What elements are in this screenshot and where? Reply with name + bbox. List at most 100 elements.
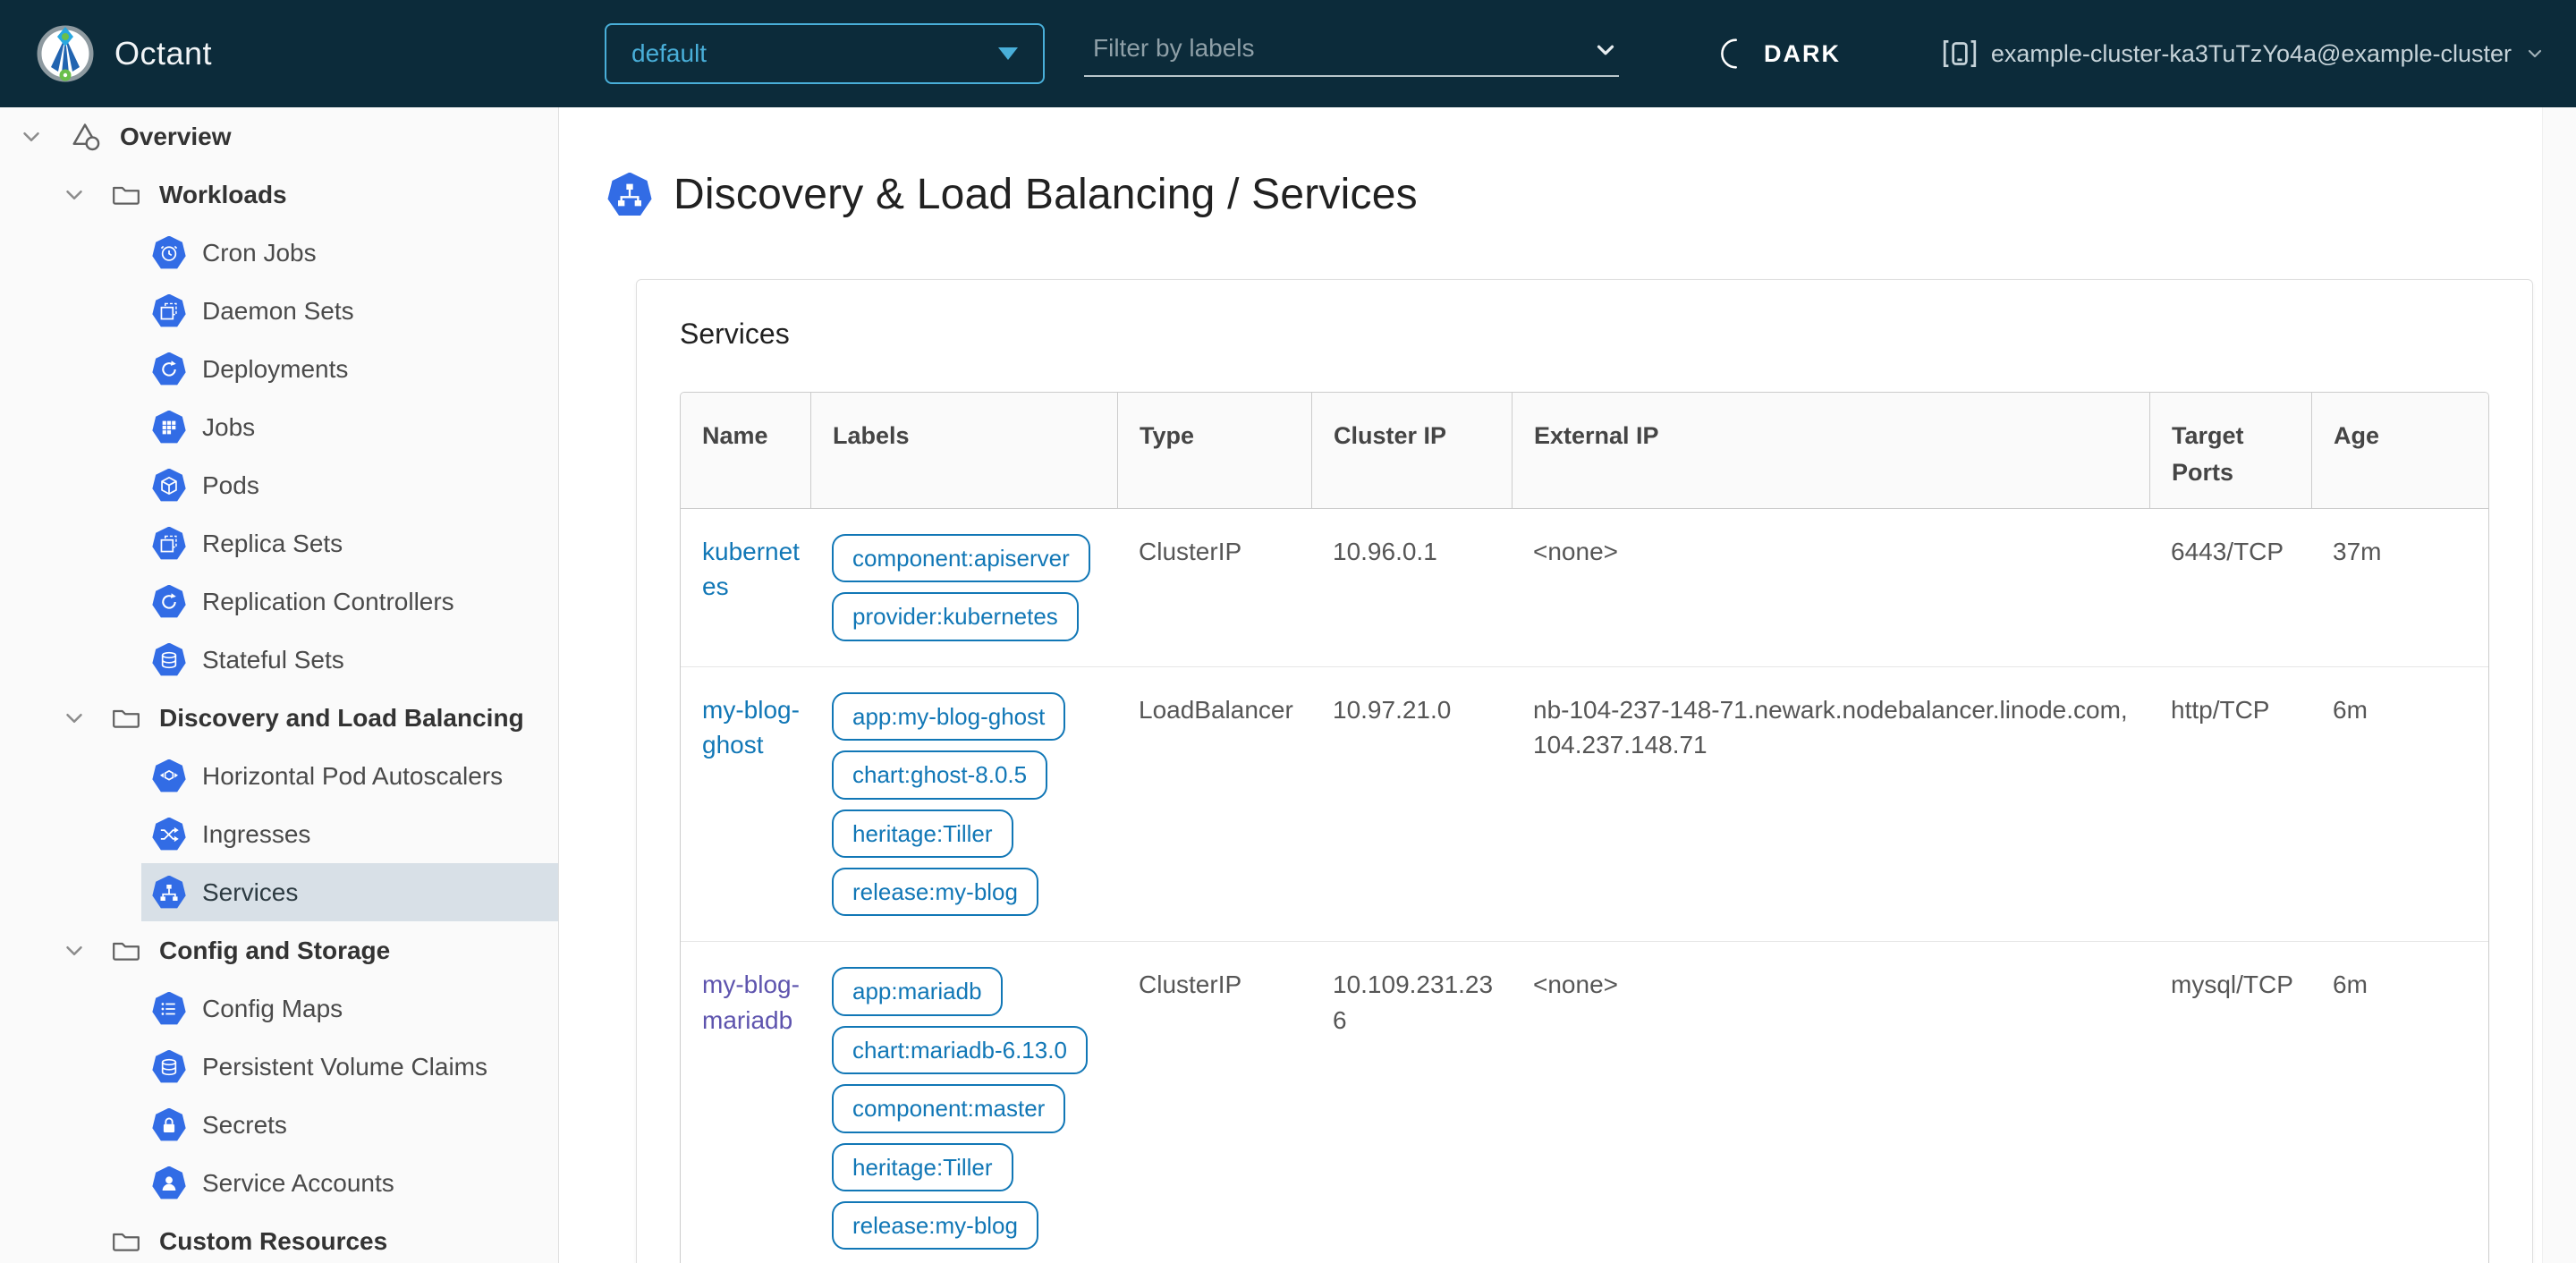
sidebar-item-services[interactable]: Services (141, 863, 558, 921)
sidebar-item-stateful-sets[interactable]: Stateful Sets (141, 631, 558, 689)
sidebar-item-label: Replica Sets (202, 529, 343, 557)
db-resource-icon (152, 642, 186, 676)
folder-icon (113, 709, 140, 728)
cell-name: my-blog-ghost (681, 667, 810, 942)
cell-type: ClusterIP (1139, 538, 1242, 565)
page-header: Discovery & Load Balancing / Services (607, 170, 1418, 219)
folder-icon (113, 186, 140, 205)
sidebar-item-pods[interactable]: Pods (141, 456, 558, 514)
octant-logo-icon (37, 25, 94, 82)
label-badge[interactable]: release:my-blog (832, 1200, 1038, 1250)
sidebar-item-label: Horizontal Pod Autoscalers (202, 761, 504, 790)
hpa-resource-icon (152, 759, 186, 793)
cell-target-ports: mysql/TCP (2171, 971, 2293, 999)
label-badge[interactable]: app:my-blog-ghost (832, 691, 1066, 742)
label-badge[interactable]: component:master (832, 1084, 1066, 1133)
chevron-down-icon (66, 190, 82, 199)
objects-icon (72, 123, 100, 150)
sidebar-item-label: Services (202, 877, 299, 906)
chevron-down-icon[interactable] (1592, 37, 1619, 64)
caret-down-icon (998, 47, 1018, 60)
sidebar-item-secrets[interactable]: Secrets (141, 1096, 558, 1154)
sidebar-item-discovery-and-load-balancing[interactable]: Discovery and Load Balancing (0, 689, 558, 747)
page-title: Discovery & Load Balancing / Services (674, 171, 1418, 218)
sidebar-item-label: Config and Storage (159, 936, 391, 964)
service-name-link[interactable]: my-blog-mariadb (702, 971, 800, 1033)
sidebar-item-workloads[interactable]: Workloads (0, 165, 558, 224)
table-header-row: Name Labels Type Cluster IP External IP Targe… (681, 393, 2488, 509)
label-badge[interactable]: chart:mariadb-6.13.0 (832, 1025, 1088, 1075)
sidebar-item-service-accounts[interactable]: Service Accounts (141, 1154, 558, 1212)
sidebar-item-config-and-storage[interactable]: Config and Storage (0, 921, 558, 979)
column-header-labels: Labels (810, 393, 1117, 508)
cell-cluster-ip: 10.96.0.1 (1333, 538, 1437, 565)
column-header-age: Age (2311, 393, 2488, 508)
services-table: Name Labels Type Cluster IP External IP Targe… (680, 392, 2489, 1263)
cell-external-ip: <none> (1533, 538, 1618, 565)
label-badge[interactable]: release:my-blog (832, 867, 1038, 917)
label-badge[interactable]: heritage:Tiller (832, 1142, 1013, 1191)
sidebar-item-label: Workloads (159, 180, 287, 208)
sidebar-item-label: Replication Controllers (202, 587, 454, 615)
grid-resource-icon (152, 410, 186, 444)
sidebar-item-persistent-volume-claims[interactable]: Persistent Volume Claims (141, 1038, 558, 1096)
label-badge[interactable]: heritage:Tiller (832, 809, 1013, 858)
sidebar-item-daemon-sets[interactable]: Daemon Sets (141, 282, 558, 340)
sidebar-item-replication-controllers[interactable]: Replication Controllers (141, 572, 558, 631)
cell-age: 6m (2333, 971, 2368, 999)
cell-target-ports: 6443/TCP (2171, 538, 2284, 565)
sidebar-item-custom-resources[interactable]: Custom Resources (0, 1212, 558, 1263)
sidebar-item-label: Deployments (202, 354, 349, 383)
cell-labels: component:apiserver provider:kubernetes (810, 509, 1117, 666)
sidebar-item-ingresses[interactable]: Ingresses (141, 805, 558, 863)
chevron-down-icon (66, 945, 82, 955)
sidebar-item-jobs[interactable]: Jobs (141, 398, 558, 456)
namespace-select[interactable]: default (605, 23, 1045, 84)
shuffle-resource-icon (152, 817, 186, 851)
copies-resource-icon (152, 526, 186, 560)
label-badge[interactable]: app:mariadb (832, 967, 1003, 1016)
sidebar-item-label: Cron Jobs (202, 238, 317, 267)
sidebar-item-label: Stateful Sets (202, 645, 344, 674)
cell-labels: app:my-blog-ghost chart:ghost-8.0.5 herita… (810, 667, 1117, 942)
label-filter-input[interactable] (1084, 34, 1592, 66)
sidebar-item-label: Discovery and Load Balancing (159, 703, 524, 732)
theme-toggle[interactable]: DARK (1716, 0, 1841, 107)
chevron-down-icon (23, 131, 39, 141)
app-title: Octant (114, 35, 213, 72)
column-header-external-ip: External IP (1512, 393, 2149, 508)
service-name-link[interactable]: kubernetes (702, 538, 800, 600)
folder-icon (113, 942, 140, 961)
label-badge[interactable]: provider:kubernetes (832, 592, 1079, 641)
sidebar-item-cron-jobs[interactable]: Cron Jobs (141, 224, 558, 282)
sidebar-item-label: Pods (202, 470, 259, 499)
sidebar-item-config-maps[interactable]: Config Maps (141, 979, 558, 1038)
sidebar-item-label: Secrets (202, 1110, 287, 1139)
cell-age: 37m (2333, 538, 2382, 565)
cell-name: my-blog-mariadb (681, 942, 810, 1263)
sidebar-item-overview[interactable]: Overview (0, 107, 558, 165)
sidebar-item-label: Persistent Volume Claims (202, 1052, 488, 1081)
label-badge[interactable]: component:apiserver (832, 534, 1090, 583)
lock-resource-icon (152, 1107, 186, 1141)
sidebar-item-horizontal-pod-autoscalers[interactable]: Horizontal Pod Autoscalers (141, 747, 558, 805)
sidebar-item-replica-sets[interactable]: Replica Sets (141, 514, 558, 572)
sidebar-item-deployments[interactable]: Deployments (141, 340, 558, 398)
service-name-link[interactable]: my-blog-ghost (702, 696, 800, 759)
folder-icon (113, 1233, 140, 1251)
cell-external-ip: nb-104-237-148-71.newark.nodebalancer.li… (1533, 695, 2128, 759)
table-body: kubernetes component:apiserver provider:ku… (681, 509, 2488, 1263)
chevron-down-icon (2528, 49, 2542, 58)
cell-external-ip: <none> (1533, 971, 1618, 999)
cell-cluster-ip: 10.109.231.236 (1333, 971, 1494, 1034)
sidebar-item-label: Config Maps (202, 994, 343, 1022)
sidebar-item-label: Daemon Sets (202, 296, 354, 325)
cluster-selector[interactable]: example-cluster-ka3TuTzYo4a@example-clus… (1941, 0, 2546, 107)
sidebar-item-label: Overview (120, 122, 232, 150)
column-header-cluster-ip: Cluster IP (1311, 393, 1512, 508)
column-header-target-ports: Target Ports (2149, 393, 2311, 508)
chevron-down-icon (66, 713, 82, 723)
app-logo-group: Octant (36, 0, 212, 107)
copies-resource-icon (152, 293, 186, 327)
label-badge[interactable]: chart:ghost-8.0.5 (832, 750, 1048, 800)
